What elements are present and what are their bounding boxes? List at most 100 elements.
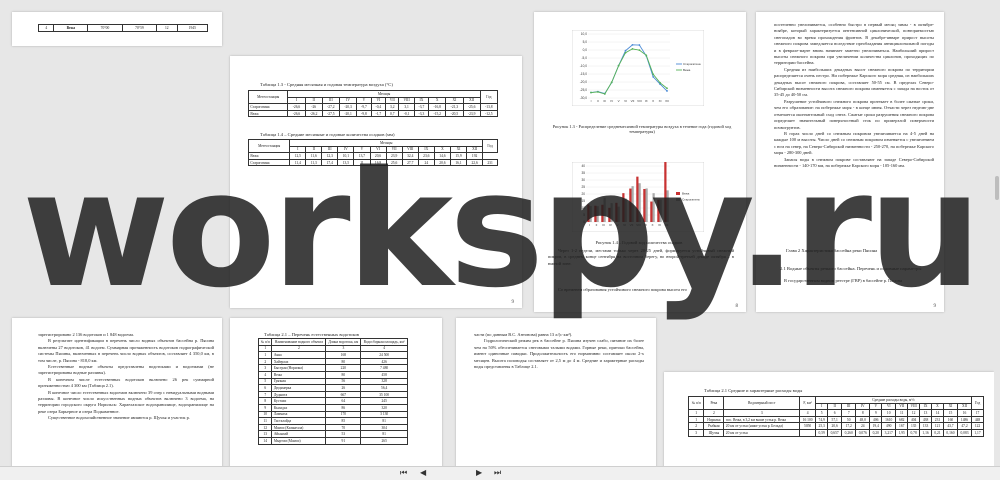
- document-page-4: постепенно увеличивается, особенно быстр…: [756, 12, 944, 312]
- y-tick-label: 0,0: [583, 48, 588, 52]
- table-header: F, км²: [799, 395, 817, 411]
- paragraph: Запасы воды в снежном покрове составляют…: [774, 156, 934, 168]
- table-cell: 438: [919, 415, 933, 424]
- table-row: 6 Дюдьмерка 26 56,4: [257, 384, 408, 392]
- table-cell: 5050: [799, 422, 817, 430]
- table-cell: 9: [869, 409, 883, 417]
- table-row: 2 Рыбная 20 км от устья (ниже устья р. Бел…: [687, 422, 984, 430]
- table-cell: 170: [325, 410, 362, 419]
- table-cell: 10,1: [337, 152, 355, 160]
- precipitation-table: Метеостанция Месяцы Год I II III IV V VI VII VI…: [247, 138, 498, 167]
- table-cell: VIII: [907, 402, 921, 411]
- y-tick-label: 40: [581, 164, 585, 168]
- table-cell: 81: [360, 430, 408, 438]
- table-cell: 0,59: [815, 428, 829, 437]
- data-point: [666, 90, 668, 92]
- table-cell: 4: [799, 409, 817, 417]
- paragraph: В результате идентификации в перечень чи…: [38, 338, 214, 363]
- table-cell: 9: [257, 403, 273, 412]
- table-cell: Кыладах: [271, 403, 327, 412]
- next-page-icon[interactable]: ▶: [476, 468, 482, 477]
- table-cell: Водосборная площадь, км²: [360, 338, 408, 346]
- table-cell: I: [289, 145, 307, 154]
- y-tick-label: 5,0: [583, 40, 588, 44]
- x-tick-label: II: [596, 223, 598, 227]
- paragraph: Через 1-2 недели, местами только через 2…: [548, 248, 734, 266]
- table-cell: 5: [815, 409, 829, 417]
- table-cell: пос. Вежа, в 3,2 км выше устья р. Вежа: [723, 415, 801, 424]
- vertical-scrollbar[interactable]: [994, 0, 1000, 467]
- table-cell: 12: [907, 409, 921, 417]
- data-table: 4 Вежа 70°00 70°59 12 1945: [37, 24, 209, 32]
- table-cell: 11,6: [305, 152, 323, 160]
- table-cell: 22,6: [466, 158, 484, 167]
- table-cell: 56: [325, 377, 362, 386]
- table-cell: IX: [417, 145, 435, 154]
- table-cell: I: [287, 96, 306, 105]
- paragraph: В горах число дней со снежным покровом у…: [774, 130, 934, 156]
- body-text: В государственном водном реестре (ГВР) в…: [774, 278, 934, 284]
- table-cell: 6: [827, 409, 843, 417]
- first-page-icon[interactable]: ⏮: [400, 468, 407, 478]
- bar: [645, 188, 648, 222]
- table-cell: 3: [723, 409, 801, 417]
- legend-label: Вежа: [683, 68, 691, 72]
- x-tick-label: VII: [631, 99, 635, 103]
- table-cell: VIII: [401, 145, 419, 154]
- table-cell: VI: [370, 96, 387, 105]
- table-cell: 23,6: [417, 152, 435, 160]
- table-cell: 10: [881, 409, 897, 417]
- body-text: Через 1-2 недели, местами только через 2…: [548, 248, 734, 267]
- table-cell: 320: [360, 403, 408, 412]
- table-cell: IV: [337, 145, 355, 154]
- table-cell: 231: [931, 415, 944, 424]
- scrollbar-thumb[interactable]: [995, 176, 999, 200]
- table-row: 1 Аяна 168 24 500: [257, 351, 408, 359]
- data-point: [597, 91, 599, 93]
- table-cell: Вежа: [247, 109, 289, 118]
- table-cell: 47,2: [956, 422, 973, 430]
- prev-page-icon[interactable]: ◀: [420, 468, 426, 477]
- table-cell: -3,7: [413, 103, 430, 111]
- x-tick-label: V: [618, 99, 620, 103]
- table-cell: 490: [881, 422, 897, 430]
- y-tick-label: 20: [581, 192, 585, 196]
- last-page-icon[interactable]: ⏭: [494, 468, 501, 478]
- table-header: Год: [482, 138, 498, 154]
- data-point: [666, 87, 668, 90]
- table-cell: 25,6: [385, 158, 403, 167]
- y-tick-label: 30: [581, 178, 585, 182]
- table-cell: 8: [855, 409, 871, 417]
- table-cell: 1,95: [895, 428, 909, 437]
- table-cell: III: [841, 402, 857, 411]
- table-row: 7 Дудыпта 667 35 100: [257, 390, 408, 399]
- table-cell: 17,4: [321, 158, 339, 167]
- table-cell: -26,6: [287, 109, 306, 118]
- table-cell: [799, 428, 817, 437]
- x-tick-label: X: [652, 99, 654, 103]
- document-page-8: Таблица 2.1 Средние и характерные расход…: [664, 372, 994, 472]
- table-cell: 11,4: [289, 158, 307, 167]
- table-cell: 16 100: [799, 415, 817, 424]
- table-row: Вежа -26,6 -26,2 -27,5 -20,1 -9,8 -1,7 0,7 -0,1-…: [247, 109, 499, 118]
- table-cell: 6: [257, 384, 273, 392]
- table-cell: 4: [360, 344, 408, 353]
- data-point: [638, 49, 641, 52]
- table-cell: II: [827, 402, 843, 411]
- body-text: части (по данным В.С. Антонова) равна 13…: [474, 332, 644, 370]
- subsection-heading: 2.1 Водные объекты речного бассейна. Пер…: [780, 266, 922, 271]
- table-cell: 192: [466, 152, 484, 160]
- y-tick-label: 10: [581, 206, 585, 210]
- table-cell: III: [321, 145, 339, 154]
- table-cell: 168: [325, 351, 362, 359]
- table-cell: II: [305, 145, 323, 154]
- document-page-3: 10,0 5,0 0,0 -5,0 -10,0 -15,0 -20,0 -25,0 -30,0 I…: [534, 12, 746, 312]
- table-cell: -25,6: [462, 103, 481, 111]
- data-point: [617, 64, 620, 67]
- table-cell: 1: [257, 344, 273, 353]
- data-point: [659, 81, 661, 84]
- table-cell: X: [433, 145, 451, 154]
- table-cell: 11: [257, 417, 273, 425]
- bar: [594, 205, 597, 222]
- table-title: Таблица 2.1 – Перечень естественных водо…: [264, 332, 359, 337]
